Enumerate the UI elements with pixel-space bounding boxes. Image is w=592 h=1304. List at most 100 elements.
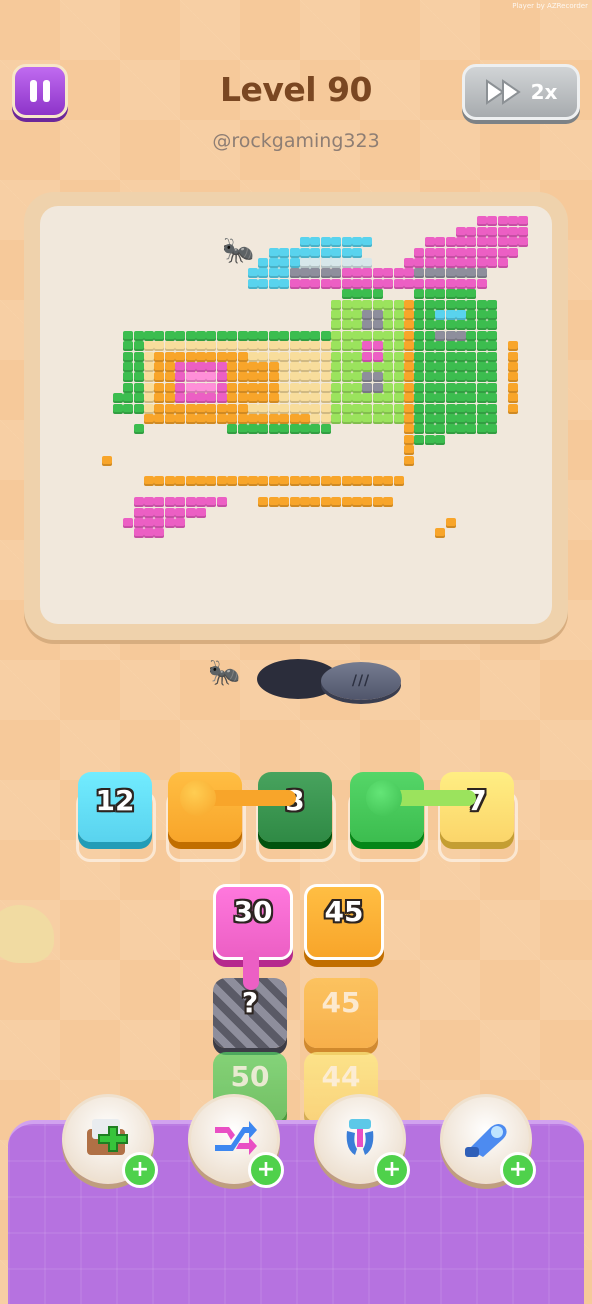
- hole-lid: ///: [321, 662, 401, 700]
- pixel-block: [404, 424, 414, 435]
- pixel-block: [393, 341, 404, 352]
- pixel-block: [310, 258, 321, 268]
- plus-icon[interactable]: +: [374, 1152, 410, 1188]
- plus-icon[interactable]: +: [122, 1152, 158, 1188]
- pixel-block: [248, 414, 258, 424]
- pixel-block: [466, 258, 477, 268]
- pixel-block: [435, 403, 446, 414]
- pixel-block: [372, 299, 383, 310]
- pixel-block: [331, 268, 342, 279]
- grid-tile[interactable]: 45: [304, 884, 384, 960]
- pixel-block: [144, 393, 154, 404]
- pixel-block: [206, 351, 217, 362]
- pixel-block: [310, 476, 321, 487]
- pixel-block: [508, 216, 518, 227]
- pixel-block: [144, 414, 154, 424]
- pixel-block: [487, 393, 498, 404]
- pixel-block: [372, 330, 383, 341]
- pixel-block: [362, 320, 373, 331]
- pixel-block: [320, 382, 331, 393]
- plus-icon[interactable]: +: [248, 1152, 284, 1188]
- pixel-block: [456, 393, 466, 404]
- pixel-block: [456, 351, 466, 362]
- pixel-block: [476, 237, 487, 248]
- pixel-block: [341, 247, 352, 258]
- pixel-block: [289, 341, 300, 352]
- pixel-block: [320, 372, 331, 383]
- pixel-block: [144, 528, 154, 539]
- pixel-block: [414, 393, 425, 404]
- pixel-block: [445, 518, 456, 528]
- pixel-block: [300, 247, 310, 258]
- pixel-block: [476, 310, 487, 320]
- pixel-block: [258, 268, 269, 279]
- queue-tile: 12: [78, 772, 152, 842]
- pixel-block: [227, 414, 238, 424]
- pixel-block: [144, 341, 154, 352]
- plus-icon[interactable]: +: [500, 1152, 536, 1188]
- pixel-block: [435, 320, 446, 331]
- pixel-block: [445, 278, 456, 289]
- pixel-block: [404, 382, 414, 393]
- pixel-block: [383, 299, 394, 310]
- pixel-block: [258, 278, 269, 289]
- pixel-block: [320, 237, 331, 248]
- pixel-block: [466, 362, 477, 372]
- pixel-block: [456, 382, 466, 393]
- pixel-block: [466, 289, 477, 300]
- pixel-block: [456, 237, 466, 248]
- pixel-block: [320, 362, 331, 372]
- pixel-block: [466, 330, 477, 341]
- pixel-block: [102, 455, 113, 466]
- pixel-block: [279, 476, 290, 487]
- grid-tile: 45: [304, 978, 378, 1048]
- pixel-block: [404, 268, 414, 279]
- pixel-block: [300, 362, 310, 372]
- pixel-block: [372, 341, 383, 352]
- grid-tile[interactable]: 30: [213, 884, 293, 960]
- pixel-block: [185, 372, 196, 383]
- pixel-block: [424, 278, 435, 289]
- pixel-block: [154, 362, 165, 372]
- pixel-block: [476, 351, 487, 362]
- pixel-block: [300, 258, 310, 268]
- pixel-block: [175, 414, 186, 424]
- pixel-block: [227, 476, 238, 487]
- pixel-block: [154, 330, 165, 341]
- pixel-block: [414, 268, 425, 279]
- pixel-block: [476, 362, 487, 372]
- pixel-block: [331, 278, 342, 289]
- pixel-block: [300, 393, 310, 404]
- pixel-block: [414, 310, 425, 320]
- pixel-block: [331, 403, 342, 414]
- pixel-block: [123, 341, 134, 352]
- pixel-block: [185, 393, 196, 404]
- pixel-block: [289, 247, 300, 258]
- pixel-block: [237, 372, 248, 383]
- pixel-block: [216, 403, 227, 414]
- pixel-block: [320, 278, 331, 289]
- pixel-block: [227, 424, 238, 435]
- pixel-block: [445, 289, 456, 300]
- pixel-block: [289, 424, 300, 435]
- pixel-block: [456, 278, 466, 289]
- pixel-block: [320, 247, 331, 258]
- pixel-block: [133, 528, 144, 539]
- pixel-block: [331, 351, 342, 362]
- pixel-board: 🐜: [40, 206, 552, 624]
- pixel-block: [487, 330, 498, 341]
- pixel-block: [185, 382, 196, 393]
- pixel-block: [248, 424, 258, 435]
- pixel-block: [133, 497, 144, 508]
- pixel-block: [123, 351, 134, 362]
- speed-button[interactable]: 2x: [462, 64, 580, 120]
- pixel-block: [435, 414, 446, 424]
- pixel-block: [164, 372, 175, 383]
- pixel-block: [206, 414, 217, 424]
- pixel-block: [144, 497, 154, 508]
- pixel-block: [508, 351, 518, 362]
- pixel-block: [445, 341, 456, 352]
- pixel-block: [300, 424, 310, 435]
- pixel-block: [268, 372, 279, 383]
- tile-number: ?: [241, 986, 259, 1019]
